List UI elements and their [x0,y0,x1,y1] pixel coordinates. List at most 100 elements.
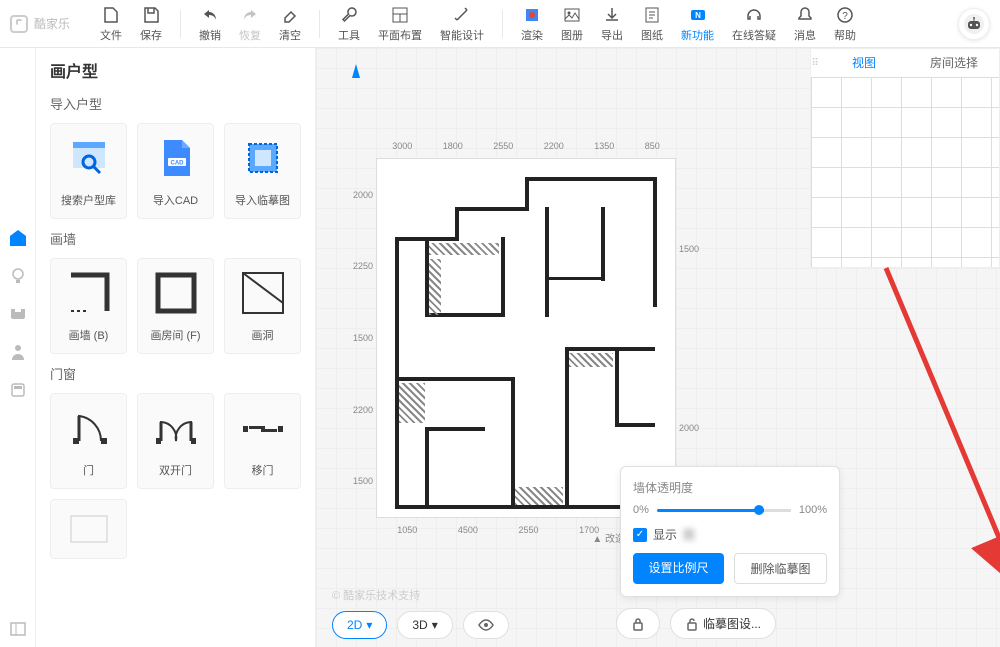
paper-icon [642,5,662,25]
panel-title: 画户型 [50,58,301,82]
layout-icon [390,5,410,25]
tool-help[interactable]: ?帮助 [834,5,856,43]
trace-settings-popup: 墙体透明度 0% 100% ✓ 显示 图 设置比例尺 删除临摹图 [620,466,840,597]
rail-collapse[interactable] [8,619,28,639]
trace-icon [239,134,287,182]
tool-drawing[interactable]: 图纸 [641,5,663,43]
rail-appliance[interactable] [8,380,28,400]
dim-left: 20002250150022001500 [353,159,373,517]
tool-export[interactable]: 导出 [601,5,623,43]
btn-item-extra[interactable] [50,499,127,559]
btn-draw-wall[interactable]: 画墙 (B) [50,258,127,354]
tool-clear[interactable]: 清空 [279,5,301,43]
watermark: © 酷家乐技术支持 [332,587,420,603]
export-icon [602,5,622,25]
btn-door-double[interactable]: 双开门 [137,393,214,489]
top-toolbar: 酷家乐 文件 保存 撤销 恢复 清空 工具 平面布置 智能设计 渲染 图册 导出… [0,0,1000,48]
tool-render[interactable]: 渲染 [521,5,543,43]
chevron-down-icon: ▾ [432,618,438,632]
btn-trace-settings[interactable]: 临摹图设... [670,608,776,639]
rail-lighting[interactable] [8,266,28,286]
robot-icon [963,13,985,35]
tool-qa[interactable]: 在线答疑 [732,5,776,43]
btn-draw-opening[interactable]: 画洞 [224,258,301,354]
sliding-door-icon [239,404,287,452]
app-logo[interactable]: 酷家乐 [10,15,70,33]
tool-smart[interactable]: 智能设计 [440,5,484,43]
btn-eye[interactable] [463,611,509,639]
tool-redo[interactable]: 恢复 [239,5,261,43]
render-icon [522,5,542,25]
btn-door-sliding[interactable]: 移门 [224,393,301,489]
file-icon [101,5,121,25]
assistant-button[interactable] [958,8,990,40]
separator [319,10,320,38]
drag-handle-icon[interactable]: ⠿ [811,49,819,77]
btn-3d[interactable]: 3D ▾ [397,611,452,639]
opacity-slider[interactable] [657,509,791,512]
room-icon [152,269,200,317]
logo-icon [10,15,28,33]
search-library-icon [65,134,113,182]
door-icon [65,404,113,452]
opacity-label: 墙体透明度 [633,479,827,496]
dim-right: 15002000 [679,159,699,517]
show-checkbox[interactable]: ✓ [633,528,647,542]
tool-msg[interactable]: 消息 [794,5,816,43]
tool-tools[interactable]: 工具 [338,5,360,43]
tool-gallery[interactable]: 图册 [561,5,583,43]
lock-controls: 临摹图设... [616,608,776,639]
headset-icon [744,5,764,25]
preview-3d[interactable] [811,77,999,267]
eraser-icon [280,5,300,25]
side-panel: 画户型 导入户型 搜索户型库 CAD 导入CAD 导入临摹图 画墙 画墙 (B)… [36,48,316,647]
view-switch: ⠿ 视图 房间选择 [810,48,1000,268]
btn-import-trace[interactable]: 导入临摹图 [224,123,301,219]
svg-text:N: N [695,11,701,20]
tool-file[interactable]: 文件 [100,5,122,43]
opening-icon [239,269,287,317]
image-icon [562,5,582,25]
canvas[interactable]: 30001800255022001350850 15002000 2000225… [316,48,1000,647]
app-name: 酷家乐 [34,15,70,32]
walls [395,177,657,499]
separator [180,10,181,38]
slider-handle[interactable] [754,505,764,515]
lock-open-icon [685,617,699,631]
left-rail [0,48,36,647]
btn-delete-trace[interactable]: 删除临摹图 [734,553,827,584]
wrench-icon [339,5,359,25]
tool-new[interactable]: N新功能 [681,5,714,43]
hidden-text: 图 [683,526,695,543]
btn-draw-room[interactable]: 画房间 (F) [137,258,214,354]
tool-undo[interactable]: 撤销 [199,5,221,43]
wall-icon [65,269,113,317]
placeholder-icon [65,510,113,548]
btn-door-single[interactable]: 门 [50,393,127,489]
rail-floorplan[interactable] [8,228,28,248]
tab-room-select[interactable]: 房间选择 [909,49,999,77]
new-badge-icon: N [688,5,708,25]
svg-text:?: ? [842,11,848,22]
annotation-arrow [876,258,1000,618]
separator [502,10,503,38]
floorplan[interactable]: 30001800255022001350850 15002000 2000225… [376,158,676,518]
btn-2d[interactable]: 2D ▾ [332,611,387,639]
dim-top: 30001800255022001350850 [377,141,675,151]
cad-icon: CAD [152,134,200,182]
tool-layout[interactable]: 平面布置 [378,5,422,43]
tab-view[interactable]: 视图 [819,49,909,77]
rail-people[interactable] [8,342,28,362]
btn-lock[interactable] [616,608,660,639]
show-label: 显示 [653,526,677,543]
btn-search-library[interactable]: 搜索户型库 [50,123,127,219]
btn-import-cad[interactable]: CAD 导入CAD [137,123,214,219]
tool-save[interactable]: 保存 [140,5,162,43]
help-icon: ? [835,5,855,25]
save-icon [141,5,161,25]
btn-set-scale[interactable]: 设置比例尺 [633,553,724,584]
rail-furniture[interactable] [8,304,28,324]
bell-icon [795,5,815,25]
slider-max: 100% [799,504,827,516]
section-wall-title: 画墙 [50,229,301,248]
